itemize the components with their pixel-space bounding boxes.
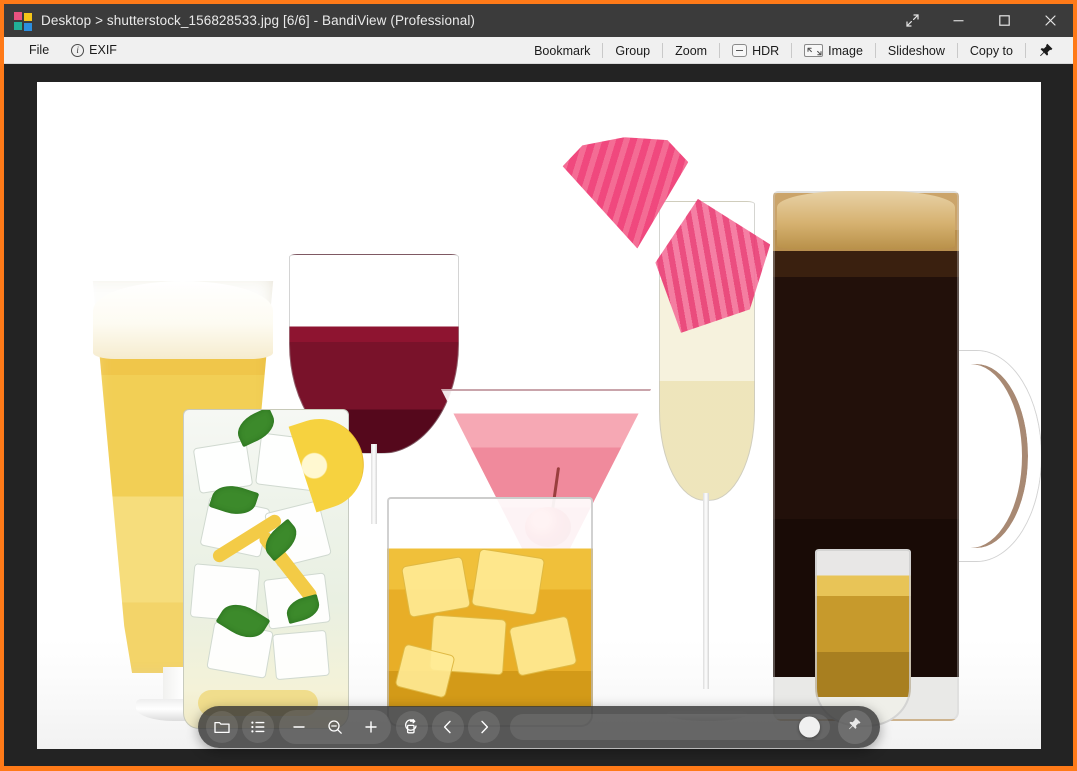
hdr-label: HDR xyxy=(752,44,779,58)
pin-icon xyxy=(1038,43,1054,59)
toolbar-separator xyxy=(719,43,720,58)
close-button[interactable] xyxy=(1027,4,1073,37)
zoom-button[interactable]: Zoom xyxy=(664,39,718,62)
zoom-controls-group xyxy=(279,710,391,744)
rotate-button[interactable] xyxy=(396,711,428,743)
chevron-right-icon xyxy=(475,718,493,736)
navigation-slider[interactable] xyxy=(510,714,830,740)
info-circle-icon: i xyxy=(71,44,84,57)
chevron-left-icon xyxy=(439,718,457,736)
slideshow-button[interactable]: Slideshow xyxy=(877,39,956,62)
toolbar-separator xyxy=(602,43,603,58)
zoom-in-button[interactable] xyxy=(355,711,387,743)
toolbar-separator xyxy=(791,43,792,58)
zoom-out-button[interactable] xyxy=(283,711,315,743)
bottom-control-bar xyxy=(198,706,880,748)
window-inner: Desktop > shutterstock_156828533.jpg [6/… xyxy=(4,4,1073,766)
restore-expand-button[interactable] xyxy=(889,4,935,37)
exif-button[interactable]: i EXIF xyxy=(60,39,128,62)
fit-to-window-icon xyxy=(804,44,823,57)
toolbar-separator xyxy=(1025,43,1026,58)
pin-icon xyxy=(847,717,862,737)
previous-image-button[interactable] xyxy=(432,711,464,743)
zoom-label: Zoom xyxy=(675,44,707,58)
bandiview-window: Desktop > shutterstock_156828533.jpg [6/… xyxy=(0,0,1077,771)
thumbnail-list-button[interactable] xyxy=(242,711,274,743)
toolbar-separator xyxy=(957,43,958,58)
zoom-fit-button[interactable] xyxy=(319,711,351,743)
image-label: Image xyxy=(828,44,863,58)
main-toolbar: File i EXIF Bookmark Group Zoom HDR xyxy=(4,37,1073,64)
next-image-button[interactable] xyxy=(468,711,500,743)
whiskey-tumbler-on-the-rocks xyxy=(387,497,593,727)
whiskey-shot-glass xyxy=(815,549,911,727)
open-folder-button[interactable] xyxy=(206,711,238,743)
mojito-highball-with-lemon-and-mint xyxy=(183,409,349,729)
image-button[interactable]: Image xyxy=(793,39,874,62)
minimize-button[interactable] xyxy=(935,4,981,37)
hdr-toggle[interactable]: HDR xyxy=(721,39,790,62)
rotate-icon xyxy=(403,718,421,736)
pin-controlbar-button[interactable] xyxy=(838,710,872,744)
slideshow-label: Slideshow xyxy=(888,44,945,58)
toolbar-separator xyxy=(662,43,663,58)
group-label: Group xyxy=(615,44,650,58)
window-title: Desktop > shutterstock_156828533.jpg [6/… xyxy=(41,13,475,28)
group-button[interactable]: Group xyxy=(604,39,661,62)
bookmark-label: Bookmark xyxy=(534,44,590,58)
bookmark-button[interactable]: Bookmark xyxy=(523,39,601,62)
navigation-slider-handle[interactable] xyxy=(799,717,820,738)
toolbar-left-group: File i EXIF xyxy=(4,39,128,62)
file-menu[interactable]: File xyxy=(18,39,60,62)
toolbar-right-group: Bookmark Group Zoom HDR xyxy=(523,37,1065,64)
toolbar-separator xyxy=(875,43,876,58)
file-menu-label: File xyxy=(29,43,49,57)
list-icon xyxy=(249,718,267,736)
title-bar[interactable]: Desktop > shutterstock_156828533.jpg [6/… xyxy=(4,4,1073,37)
exif-label: EXIF xyxy=(89,43,117,57)
image-stage[interactable] xyxy=(4,64,1073,766)
maximize-button[interactable] xyxy=(981,4,1027,37)
pin-toolbar-button[interactable] xyxy=(1027,39,1065,62)
bandiview-logo-icon xyxy=(14,12,32,30)
window-controls xyxy=(889,4,1073,37)
magnifier-icon xyxy=(326,718,344,736)
minus-icon xyxy=(290,718,308,736)
folder-icon xyxy=(213,718,231,736)
copy-to-label: Copy to xyxy=(970,44,1013,58)
checkbox-indeterminate-icon xyxy=(732,44,747,57)
plus-icon xyxy=(362,718,380,736)
photo-canvas[interactable] xyxy=(37,82,1041,749)
copy-to-button[interactable]: Copy to xyxy=(959,39,1024,62)
